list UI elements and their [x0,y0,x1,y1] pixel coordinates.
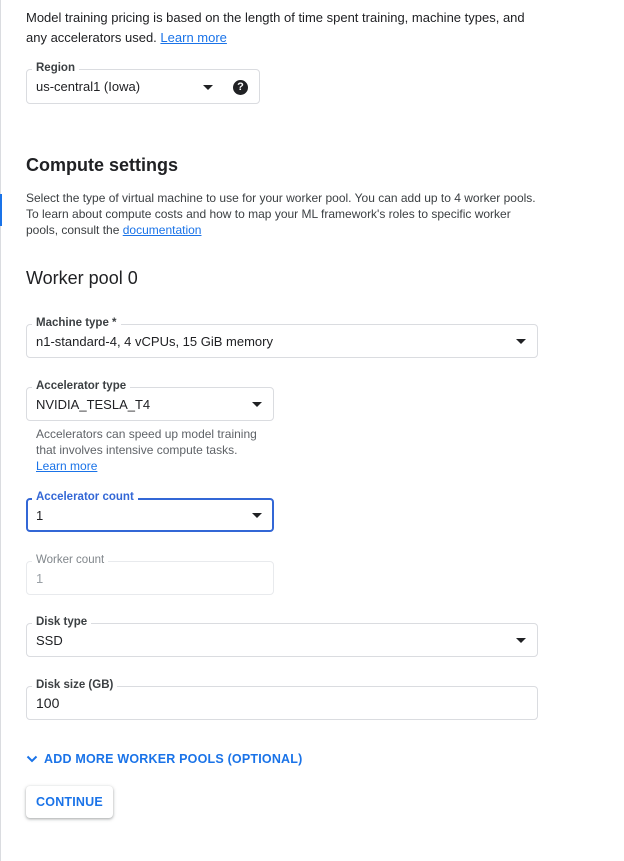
accelerator-count-caret-icon[interactable] [252,513,262,518]
page: Model training pricing is based on the l… [0,0,624,861]
worker-count-value: 1 [36,570,44,586]
worker-pool-title: Worker pool 0 [26,268,138,288]
active-step-indicator [0,194,2,226]
accelerator-count-label: Accelerator count [32,490,138,504]
worker-count-label: Worker count [32,553,109,567]
pricing-learn-more-link[interactable]: Learn more [160,30,226,45]
region-select[interactable]: Region us-central1 (Iowa) ? [26,61,260,104]
compute-settings-description: Select the type of virtual machine to us… [26,190,546,238]
disk-type-select[interactable]: Disk type SSD [26,615,538,657]
accelerator-type-caret-icon[interactable] [252,402,262,407]
accelerator-learn-more-link[interactable]: Learn more [36,459,97,473]
machine-type-caret-icon[interactable] [516,339,526,344]
left-divider [0,0,1,861]
region-dropdown-caret-icon[interactable] [203,84,213,90]
pricing-intro-text: Model training pricing is based on the l… [26,10,525,45]
chevron-down-icon [26,755,38,763]
disk-size-value: 100 [36,695,60,711]
accelerator-type-select[interactable]: Accelerator type NVIDIA_TESLA_T4 [26,379,274,421]
machine-type-value: n1-standard-4, 4 vCPUs, 15 GiB memory [36,333,273,349]
accelerator-count-value: 1 [36,507,44,523]
accelerator-hint: Accelerators can speed up model training… [36,426,266,474]
documentation-link[interactable]: documentation [123,223,202,237]
help-circle-icon[interactable]: ? [233,79,248,95]
accelerator-hint-text: Accelerators can speed up model training… [36,427,257,457]
worker-count-input: Worker count 1 [26,553,274,595]
disk-size-input[interactable]: Disk size (GB) 100 [26,678,538,720]
continue-button[interactable]: CONTINUE [26,786,113,818]
compute-description-text: Select the type of virtual machine to us… [26,191,536,237]
machine-type-select[interactable]: Machine type * n1-standard-4, 4 vCPUs, 1… [26,316,538,358]
accelerator-type-value: NVIDIA_TESLA_T4 [36,396,151,412]
disk-type-value: SSD [36,632,63,648]
add-more-label: ADD MORE WORKER POOLS (OPTIONAL) [44,752,303,766]
add-more-worker-pools-button[interactable]: ADD MORE WORKER POOLS (OPTIONAL) [26,752,302,766]
disk-type-box [26,623,538,657]
disk-type-caret-icon[interactable] [516,638,526,643]
accelerator-count-select[interactable]: Accelerator count 1 [26,490,274,532]
region-value: us-central1 (Iowa) [36,79,141,94]
pricing-intro: Model training pricing is based on the l… [26,8,546,48]
compute-settings-title: Compute settings [26,155,179,175]
